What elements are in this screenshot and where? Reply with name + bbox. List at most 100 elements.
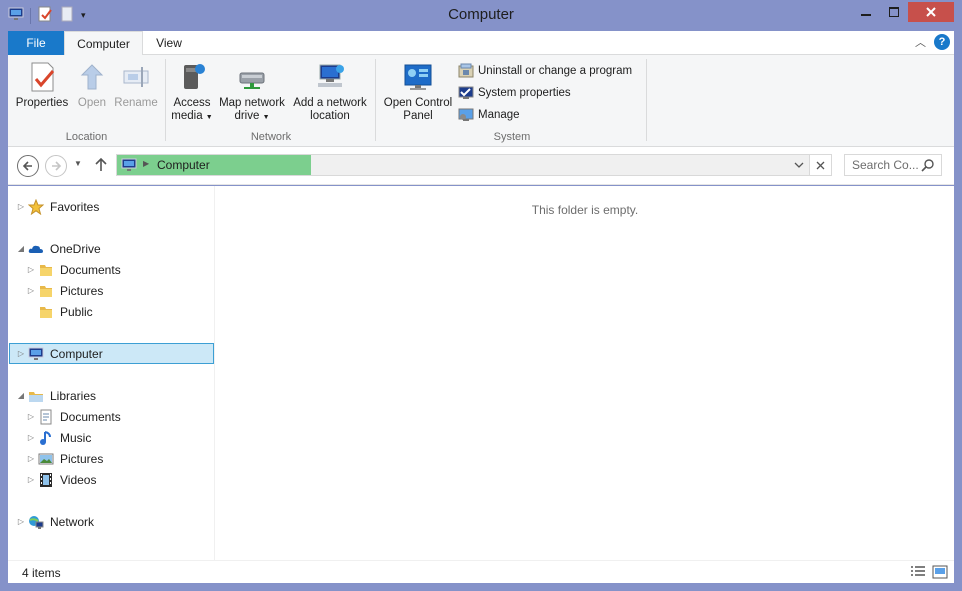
tree-item-library-videos[interactable]: ▷ Videos <box>26 469 96 490</box>
add-location-label-1: Add a network <box>293 97 367 109</box>
tree-item-onedrive-public[interactable]: Public <box>26 301 93 322</box>
expand-icon[interactable]: ▷ <box>26 286 36 295</box>
item-count: 4 items <box>22 566 61 580</box>
add-location-label-2: location <box>310 110 350 122</box>
expand-icon[interactable]: ▷ <box>26 265 36 274</box>
tree-item-library-music[interactable]: ▷ Music <box>26 427 91 448</box>
system-properties-button[interactable]: System properties <box>458 85 571 101</box>
open-icon <box>76 61 108 93</box>
control-panel-label-2: Panel <box>403 110 433 122</box>
expand-icon[interactable]: ▷ <box>16 349 26 358</box>
network-icon <box>28 514 44 530</box>
properties-button[interactable]: Properties <box>14 61 70 110</box>
group-label-location: Location <box>65 131 108 143</box>
open-button[interactable]: Open <box>72 61 112 110</box>
map-network-drive-button[interactable]: Map network drive ▼ <box>216 61 288 124</box>
breadcrumb-chevron-icon[interactable]: ▶ <box>143 159 149 168</box>
tree-label: Music <box>60 430 92 445</box>
document-icon <box>38 409 54 425</box>
uninstall-icon <box>458 63 474 79</box>
tree-label: Pictures <box>60 283 104 298</box>
chevron-up-icon[interactable]: ︿ <box>915 34 926 50</box>
expand-icon[interactable]: ▷ <box>26 475 36 484</box>
search-icon[interactable] <box>921 158 935 172</box>
libraries-icon <box>28 388 44 404</box>
tree-label: OneDrive <box>50 241 101 256</box>
content-pane[interactable]: This folder is empty. <box>216 186 954 560</box>
dropdown-arrow-icon: ▼ <box>262 114 270 121</box>
forward-button[interactable] <box>45 155 67 177</box>
system-properties-label: System properties <box>478 87 571 99</box>
tab-computer[interactable]: Computer <box>64 31 143 56</box>
tree-label: Documents <box>60 409 121 424</box>
network-location-icon <box>314 61 346 93</box>
large-icons-view-icon[interactable] <box>932 564 948 580</box>
ribbon-tabs: File Computer View ︿ ? <box>8 31 954 56</box>
expand-icon[interactable]: ▷ <box>16 202 26 211</box>
picture-icon <box>38 451 54 467</box>
view-toggle <box>910 564 948 580</box>
up-arrow-icon[interactable] <box>94 156 108 175</box>
tab-view[interactable]: View <box>145 31 193 55</box>
tree-item-network[interactable]: ▷ Network <box>16 511 94 532</box>
details-view-icon[interactable] <box>910 564 926 580</box>
add-network-location-button[interactable]: Add a network location <box>290 61 370 123</box>
expand-icon[interactable]: ▷ <box>26 412 36 421</box>
access-media-label-2: media ▼ <box>171 110 213 122</box>
window-title: Computer <box>448 6 514 23</box>
tree-label: Favorites <box>50 199 100 214</box>
tree-label: Network <box>50 514 95 529</box>
empty-folder-message: This folder is empty. <box>531 203 639 217</box>
ribbon-divider <box>165 59 166 141</box>
navigation-pane: ▷ Favorites ◢ OneDrive ▷ Documents ▷ Pic… <box>8 186 215 560</box>
tree-item-libraries[interactable]: ◢ Libraries <box>16 385 96 406</box>
dropdown-arrow-icon: ▼ <box>205 114 213 121</box>
computer-icon <box>121 157 137 176</box>
tree-label: Videos <box>60 472 97 487</box>
folder-icon <box>38 283 54 299</box>
open-label: Open <box>77 97 107 109</box>
collapse-icon[interactable]: ◢ <box>16 244 26 253</box>
tree-label: Computer <box>50 346 103 361</box>
maximize-button[interactable] <box>880 2 908 22</box>
search-box[interactable]: Search Co... <box>844 154 942 176</box>
access-media-button[interactable]: Access media ▼ <box>170 61 214 124</box>
minimize-button[interactable] <box>852 2 880 22</box>
recent-locations-dropdown-icon[interactable]: ▼ <box>74 159 82 168</box>
address-dropdown-icon[interactable] <box>789 155 809 175</box>
tree-item-onedrive-documents[interactable]: ▷ Documents <box>26 259 121 280</box>
help-icon[interactable]: ? <box>934 34 950 50</box>
collapse-icon[interactable]: ◢ <box>16 391 26 400</box>
rename-button[interactable]: Rename <box>112 61 160 110</box>
address-bar[interactable]: ▶ Computer <box>116 154 832 176</box>
tree-item-onedrive[interactable]: ◢ OneDrive <box>16 238 101 259</box>
ribbon: Properties Open Rename Location Access m… <box>8 55 954 147</box>
access-media-icon <box>176 61 208 93</box>
manage-button[interactable]: Manage <box>458 107 520 123</box>
computer-icon <box>28 346 44 362</box>
ribbon-right-controls: ︿ ? <box>915 34 950 50</box>
map-drive-label-2: drive ▼ <box>234 110 270 122</box>
system-properties-icon <box>458 85 474 101</box>
breadcrumb-computer[interactable]: Computer <box>157 158 210 172</box>
cloud-icon <box>28 241 44 257</box>
tree-label: Documents <box>60 262 121 277</box>
properties-icon <box>26 61 58 93</box>
manage-icon <box>458 107 474 123</box>
expand-icon[interactable]: ▷ <box>26 454 36 463</box>
tree-item-library-pictures[interactable]: ▷ Pictures <box>26 448 103 469</box>
uninstall-program-button[interactable]: Uninstall or change a program <box>458 63 632 79</box>
expand-icon[interactable]: ▷ <box>16 517 26 526</box>
stop-icon[interactable] <box>809 155 831 175</box>
tree-item-onedrive-pictures[interactable]: ▷ Pictures <box>26 280 103 301</box>
tree-item-computer[interactable]: ▷ Computer <box>9 343 214 364</box>
back-button[interactable] <box>17 155 39 177</box>
open-control-panel-button[interactable]: Open Control Panel <box>380 61 456 123</box>
ribbon-divider <box>646 59 647 141</box>
close-button[interactable] <box>908 2 954 22</box>
tree-item-favorites[interactable]: ▷ Favorites <box>16 196 99 217</box>
properties-label: Properties <box>15 97 69 109</box>
expand-icon[interactable]: ▷ <box>26 433 36 442</box>
tab-file[interactable]: File <box>8 31 64 55</box>
tree-item-library-documents[interactable]: ▷ Documents <box>26 406 121 427</box>
